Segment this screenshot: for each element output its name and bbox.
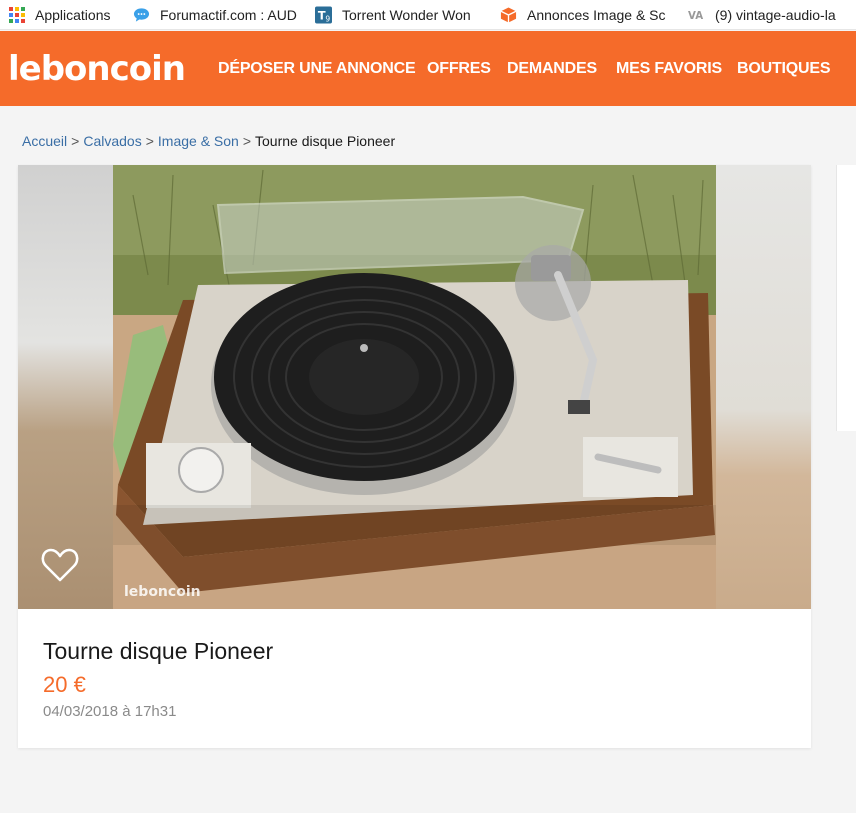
breadcrumb-accueil[interactable]: Accueil — [22, 133, 67, 149]
site-logo[interactable]: leboncoin — [8, 49, 186, 89]
heart-icon[interactable] — [40, 545, 80, 585]
apps-grid-icon — [8, 6, 25, 23]
breadcrumb-current: Tourne disque Pioneer — [255, 133, 396, 149]
breadcrumb-separator: > — [242, 133, 252, 149]
photo-gallery[interactable]: leboncoin — [18, 165, 811, 609]
svg-text:9: 9 — [325, 14, 330, 23]
bookmarks-bar: Applications Forumactif.com : AUD T9 Tor… — [0, 0, 856, 30]
bookmark-label: (9) vintage-audio-la — [715, 6, 836, 23]
listing-card: leboncoin Tourne disque Pioneer 20 € 04/… — [18, 165, 811, 748]
bookmark-label: Forumactif.com : AUD — [160, 6, 297, 23]
breadcrumb-separator: > — [71, 133, 80, 149]
bookmark-label: Annonces Image & Sc — [527, 6, 666, 23]
listing-title: Tourne disque Pioneer — [43, 638, 274, 664]
breadcrumb: Accueil > Calvados > Image & Son > Tourne disq… — [22, 133, 395, 149]
package-box-icon — [500, 6, 517, 23]
nav-deposer-annonce[interactable]: DÉPOSER UNE ANNONCE — [218, 60, 416, 78]
t9-icon: T9 — [315, 6, 332, 23]
nav-demandes[interactable]: DEMANDES — [507, 60, 597, 78]
turntable-photo — [113, 165, 716, 609]
bookmark-vintage-audio[interactable]: VA (9) vintage-audio-la — [680, 0, 856, 29]
bookmark-annonces[interactable]: Annonces Image & Sc — [492, 0, 680, 29]
photo-watermark: leboncoin — [124, 584, 201, 600]
svg-text:VA: VA — [688, 11, 703, 22]
breadcrumb-separator: > — [145, 133, 154, 149]
nav-mes-favoris[interactable]: MES FAVORIS — [616, 60, 722, 78]
nav-offres[interactable]: OFFRES — [427, 60, 491, 78]
listing-date: 04/03/2018 à 17h31 — [43, 703, 177, 720]
bookmark-torrent[interactable]: T9 Torrent Wonder Won — [307, 0, 492, 29]
bookmark-label: Torrent Wonder Won — [342, 6, 471, 23]
bookmark-forumactif[interactable]: Forumactif.com : AUD — [125, 0, 307, 29]
site-header: leboncoin DÉPOSER UNE ANNONCE OFFRES DEM… — [0, 31, 856, 106]
nav-boutiques[interactable]: BOUTIQUES — [737, 60, 831, 78]
chat-bubble-icon — [133, 6, 150, 23]
side-panel — [836, 165, 856, 431]
breadcrumb-image-son[interactable]: Image & Son — [158, 133, 239, 149]
listing-price: 20 € — [43, 672, 86, 697]
photo-blur-right — [716, 165, 811, 609]
va-icon: VA — [688, 6, 705, 23]
photo-blur-left — [18, 165, 113, 609]
breadcrumb-calvados[interactable]: Calvados — [83, 133, 141, 149]
bookmark-applications[interactable]: Applications — [0, 0, 125, 29]
bookmark-label: Applications — [35, 6, 111, 23]
